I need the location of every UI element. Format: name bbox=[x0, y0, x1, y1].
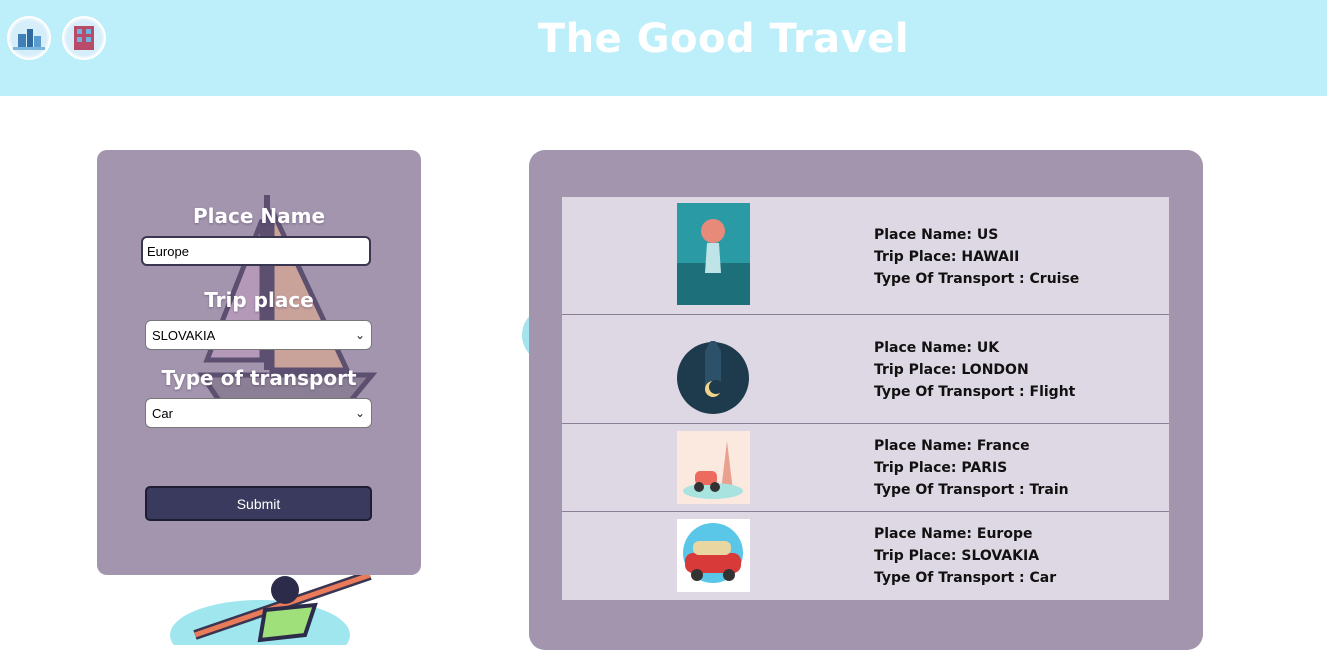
trip-place-text: Trip Place: LONDON bbox=[874, 362, 1029, 378]
place-name-text: Place Name: Europe bbox=[874, 526, 1033, 542]
place-name-text: Place Name: UK bbox=[874, 340, 1000, 356]
table-row: Place Name: UK Trip Place: LONDON Type O… bbox=[562, 315, 1169, 424]
trip-place-text: Trip Place: PARIS bbox=[874, 460, 1008, 476]
header-bar: The Good Travel bbox=[0, 0, 1327, 96]
chevron-down-icon: ⌄ bbox=[354, 328, 365, 342]
submit-button[interactable]: Submit bbox=[145, 486, 372, 521]
paris-thumbnail bbox=[677, 431, 750, 504]
transport-type-selected: Car bbox=[152, 405, 173, 421]
page-title: The Good Travel bbox=[537, 16, 910, 62]
place-name-text: Place Name: France bbox=[874, 438, 1030, 454]
place-name-text: Place Name: US bbox=[874, 227, 999, 243]
transport-type-label: Type of transport bbox=[161, 366, 357, 390]
trip-place-selected: SLOVAKIA bbox=[152, 327, 216, 343]
trip-form: Place Name Trip place SLOVAKIA ⌄ Type of… bbox=[97, 150, 421, 575]
london-thumbnail bbox=[677, 341, 749, 414]
transport-type-select[interactable]: Car ⌄ bbox=[145, 398, 372, 428]
slovakia-thumbnail bbox=[677, 519, 750, 592]
place-name-label: Place Name bbox=[192, 204, 326, 228]
chevron-down-icon: ⌄ bbox=[354, 406, 365, 420]
trip-place-text: Trip Place: SLOVAKIA bbox=[874, 548, 1040, 564]
surfer-illustration-icon bbox=[170, 570, 372, 645]
transport-text: Type Of Transport : Train bbox=[874, 482, 1069, 498]
table-row: Place Name: Europe Trip Place: SLOVAKIA … bbox=[562, 512, 1169, 600]
trip-table: Place Name: US Trip Place: HAWAII Type O… bbox=[562, 197, 1169, 600]
trip-list-panel: Place Name: US Trip Place: HAWAII Type O… bbox=[529, 150, 1203, 650]
trip-place-select[interactable]: SLOVAKIA ⌄ bbox=[145, 320, 372, 350]
trip-place-text: Trip Place: HAWAII bbox=[874, 249, 1020, 265]
hawaii-thumbnail bbox=[677, 203, 750, 305]
transport-text: Type Of Transport : Flight bbox=[874, 384, 1076, 400]
transport-text: Type Of Transport : Cruise bbox=[874, 271, 1080, 287]
table-row: Place Name: France Trip Place: PARIS Typ… bbox=[562, 424, 1169, 512]
trip-place-label: Trip place bbox=[204, 288, 314, 312]
place-name-input[interactable] bbox=[141, 236, 371, 266]
transport-text: Type Of Transport : Car bbox=[874, 570, 1057, 586]
table-row: Place Name: US Trip Place: HAWAII Type O… bbox=[562, 197, 1169, 315]
